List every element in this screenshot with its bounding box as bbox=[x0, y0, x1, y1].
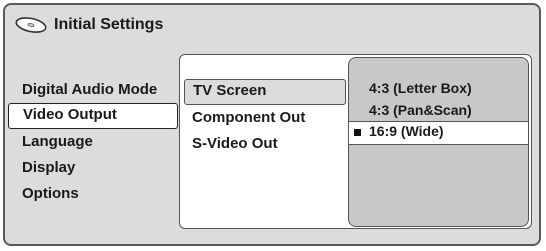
submenu-item-tv-screen[interactable]: TV Screen bbox=[184, 79, 346, 105]
menu-item-digital-audio-mode[interactable]: Digital Audio Mode bbox=[8, 77, 178, 103]
option-wide[interactable]: 16:9 (Wide) bbox=[349, 121, 528, 145]
disc-icon bbox=[14, 15, 48, 35]
option-label: 4:3 (Pan&Scan) bbox=[369, 102, 472, 118]
page-title: Initial Settings bbox=[54, 16, 164, 33]
header: Initial Settings bbox=[14, 10, 163, 40]
submenu-item-s-video-out[interactable]: S-Video Out bbox=[184, 131, 346, 157]
main-menu: Digital Audio Mode Video Output Language… bbox=[8, 77, 178, 207]
option-label: 4:3 (Letter Box) bbox=[369, 80, 472, 96]
menu-item-video-output[interactable]: Video Output bbox=[8, 103, 178, 129]
menu-item-language[interactable]: Language bbox=[8, 129, 178, 155]
option-pan-scan[interactable]: 4:3 (Pan&Scan) bbox=[349, 99, 528, 121]
option-letter-box[interactable]: 4:3 (Letter Box) bbox=[349, 77, 528, 99]
option-label: 16:9 (Wide) bbox=[369, 123, 444, 139]
sub-menu: TV Screen Component Out S-Video Out bbox=[184, 79, 346, 157]
menu-item-display[interactable]: Display bbox=[8, 155, 178, 181]
menu-item-options[interactable]: Options bbox=[8, 181, 178, 207]
selected-bullet-icon bbox=[354, 129, 361, 136]
submenu-item-component-out[interactable]: Component Out bbox=[184, 105, 346, 131]
options-list: 4:3 (Letter Box) 4:3 (Pan&Scan) 16:9 (Wi… bbox=[349, 77, 528, 145]
